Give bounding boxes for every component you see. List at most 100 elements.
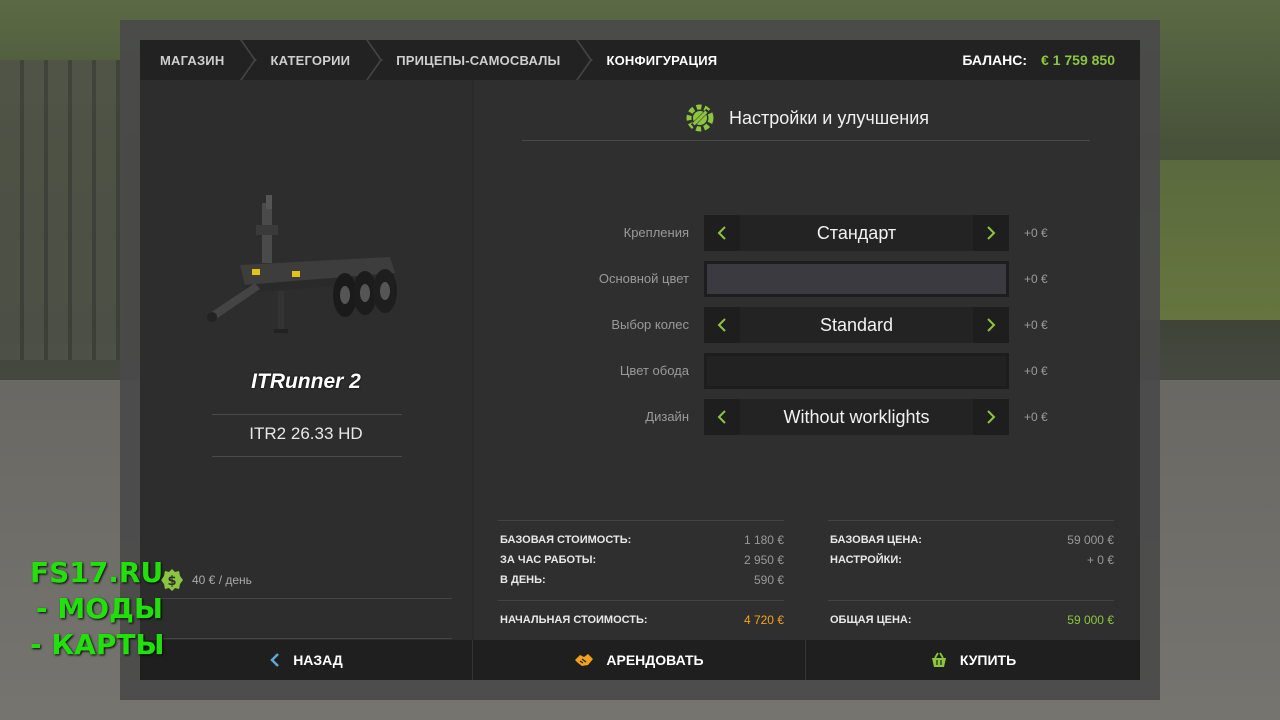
watermark-line: - КАРТЫ <box>30 628 165 661</box>
divider <box>160 598 452 599</box>
divider <box>160 638 452 639</box>
option-row-attachments: Крепления Стандарт +0 € <box>474 215 1140 251</box>
divider <box>828 520 1114 521</box>
background-grass <box>1140 160 1280 320</box>
breadcrumb-trailers[interactable]: ПРИЦЕПЫ-САМОСВАЛЫ <box>396 40 606 80</box>
prev-option-button[interactable] <box>704 399 740 435</box>
cost-label: ЗА ЧАС РАБОТЫ: <box>500 554 597 566</box>
color-picker-button[interactable] <box>704 261 1009 297</box>
chevron-left-icon <box>717 318 726 332</box>
option-selector: Without worklights <box>704 399 1009 435</box>
cost-value: 59 000 € <box>1067 533 1114 547</box>
breadcrumb-label: КОНФИГУРАЦИЯ <box>606 52 718 68</box>
basket-icon <box>931 652 946 667</box>
buy-label: КУПИТЬ <box>959 652 1017 668</box>
total-price-value: 59 000 € <box>1067 613 1114 627</box>
lease-label: АРЕНДОВАТЬ <box>606 652 704 668</box>
balance-value: € 1 759 850 <box>1041 52 1115 68</box>
breadcrumb-label: КАТЕГОРИИ <box>270 52 351 68</box>
breadcrumb-categories[interactable]: КАТЕГОРИИ <box>270 40 396 80</box>
watermark-line: - МОДЫ <box>36 592 163 625</box>
divider <box>498 520 784 521</box>
option-price: +0 € <box>1024 272 1048 286</box>
breadcrumb-bar: МАГАЗИН КАТЕГОРИИ ПРИЦЕПЫ-САМОСВАЛЫ КОНФ… <box>140 40 1140 80</box>
watermark: FS17.RU - МОДЫ - КАРТЫ <box>30 555 165 663</box>
divider <box>212 456 402 457</box>
option-value: Стандарт <box>816 223 897 243</box>
total-price-label: ОБЩАЯ ЦЕНА: <box>830 614 912 626</box>
prev-option-button[interactable] <box>704 215 740 251</box>
vehicle-image <box>207 195 397 333</box>
chevron-right-icon <box>987 318 996 332</box>
buy-button[interactable]: КУПИТЬ <box>806 640 1140 680</box>
breadcrumb-separator <box>366 40 384 80</box>
option-row-wheels: Выбор колес Standard +0 € <box>474 307 1140 343</box>
balance: БАЛАНС: € 1 759 850 <box>962 40 1115 80</box>
option-value: Without worklights <box>783 407 930 427</box>
option-row-main-color: Основной цвет +0 € <box>474 261 1140 297</box>
breadcrumb-shop[interactable]: МАГАЗИН <box>160 40 270 80</box>
chevron-left-icon <box>270 653 280 667</box>
color-swatch <box>707 264 1006 294</box>
option-price: +0 € <box>1024 410 1048 424</box>
cost-value: 1 180 € <box>743 533 784 547</box>
option-label: Выбор колес <box>611 317 689 332</box>
next-option-button[interactable] <box>973 399 1009 435</box>
option-price: +0 € <box>1024 364 1048 378</box>
divider <box>828 600 1114 601</box>
handshake-icon <box>575 654 594 666</box>
rent-cost: $ 40 € / день <box>160 568 252 592</box>
cost-value: + 0 € <box>1086 553 1114 567</box>
chevron-right-icon <box>987 410 996 424</box>
action-bar: НАЗАД АРЕНДОВАТЬ КУПИТЬ <box>140 640 1140 680</box>
color-swatch <box>707 356 1006 386</box>
cost-value: 590 € <box>753 573 784 587</box>
chevron-right-icon <box>987 226 996 240</box>
shop-panel: МАГАЗИН КАТЕГОРИИ ПРИЦЕПЫ-САМОСВАЛЫ КОНФ… <box>140 40 1140 680</box>
svg-text:$: $ <box>167 574 176 589</box>
option-label: Цвет обода <box>619 363 689 378</box>
option-value: Standard <box>819 315 894 335</box>
option-selector: Standard <box>704 307 1009 343</box>
initial-cost-value: 4 720 € <box>743 613 784 627</box>
cost-value: 2 950 € <box>743 553 784 567</box>
cost-label: В ДЕНЬ: <box>500 574 546 586</box>
color-picker-button[interactable] <box>704 353 1009 389</box>
option-row-design: Дизайн Without worklights +0 € <box>474 399 1140 435</box>
next-option-button[interactable] <box>973 307 1009 343</box>
breadcrumb-label: МАГАЗИН <box>160 52 225 68</box>
configuration-header: Настройки и улучшения <box>474 98 1140 138</box>
option-label: Основной цвет <box>598 271 689 286</box>
breadcrumb-separator <box>240 40 258 80</box>
option-label: Дизайн <box>645 409 689 424</box>
rent-per-day: 40 € / день <box>192 573 252 587</box>
breadcrumb-separator <box>576 40 594 80</box>
option-row-rim-color: Цвет обода +0 € <box>474 353 1140 389</box>
divider <box>522 140 1090 141</box>
initial-cost-label: НАЧАЛЬНАЯ СТОИМОСТЬ: <box>500 614 648 626</box>
wrench-gear-icon <box>686 104 714 132</box>
configuration-panel: Настройки и улучшения Крепления Стандарт… <box>474 80 1140 640</box>
cost-label: БАЗОВАЯ ЦЕНА: <box>830 534 922 546</box>
background-building <box>0 60 125 360</box>
lease-button[interactable]: АРЕНДОВАТЬ <box>473 640 806 680</box>
divider <box>498 600 784 601</box>
breadcrumb-label: ПРИЦЕПЫ-САМОСВАЛЫ <box>396 52 561 68</box>
vehicle-model: ITR2 26.33 HD <box>249 424 363 443</box>
cost-label: НАСТРОЙКИ: <box>830 554 902 566</box>
option-selector: Стандарт <box>704 215 1009 251</box>
back-label: НАЗАД <box>293 652 343 668</box>
watermark-line: FS17.RU <box>30 556 164 589</box>
prev-option-button[interactable] <box>704 307 740 343</box>
cost-label: БАЗОВАЯ СТОИМОСТЬ: <box>500 534 632 546</box>
configuration-title: Настройки и улучшения <box>729 107 929 128</box>
balance-label: БАЛАНС: <box>962 52 1028 68</box>
back-button[interactable]: НАЗАД <box>140 640 473 680</box>
chevron-left-icon <box>717 410 726 424</box>
next-option-button[interactable] <box>973 215 1009 251</box>
breadcrumb-configuration: КОНФИГУРАЦИЯ <box>606 40 717 80</box>
divider <box>212 414 402 415</box>
chevron-left-icon <box>717 226 726 240</box>
option-label: Крепления <box>623 225 689 240</box>
option-price: +0 € <box>1024 318 1048 332</box>
